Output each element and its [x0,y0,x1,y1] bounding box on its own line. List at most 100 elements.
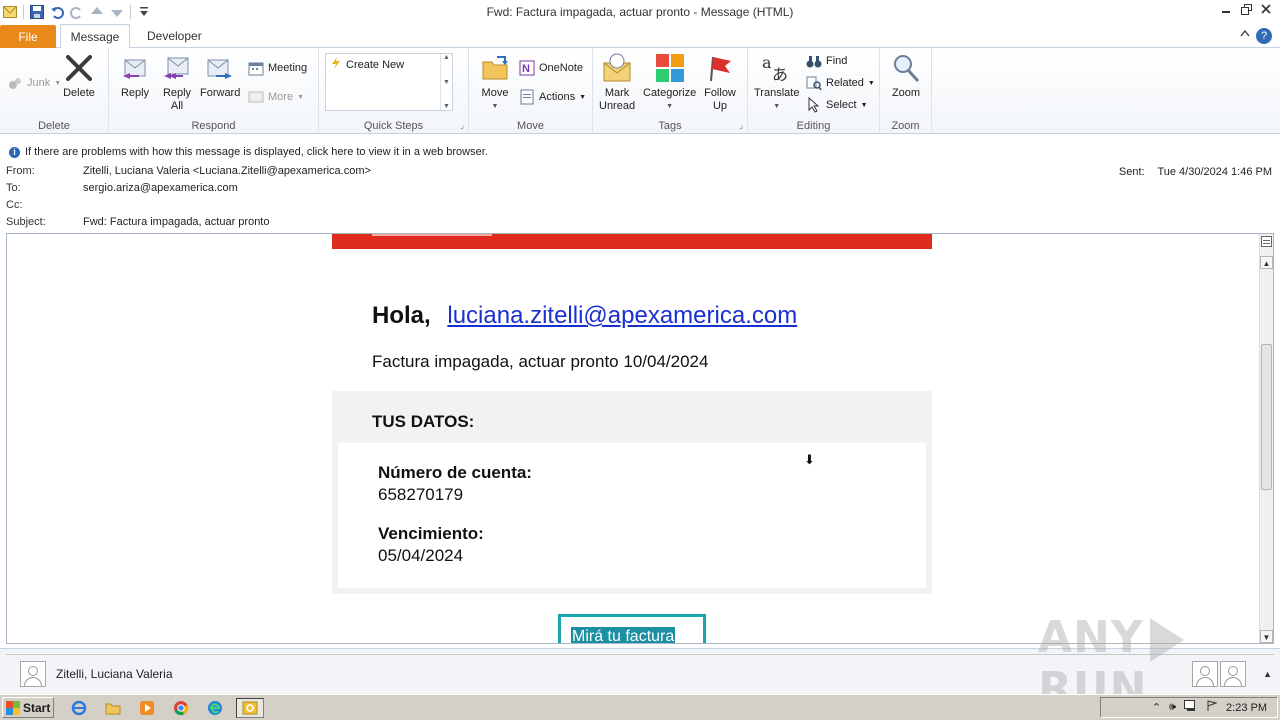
svg-text:a: a [762,53,772,72]
meeting-button[interactable]: Meeting [248,59,307,77]
action-center-flag-icon[interactable] [1206,700,1218,715]
volume-icon[interactable]: 🕪 [1169,701,1176,714]
junk-button[interactable]: Junk ▼ [7,74,61,92]
due-value: 05/04/2024 [378,546,464,565]
actions-button[interactable]: Actions ▼ [519,88,586,106]
meeting-label: Meeting [268,62,308,74]
quick-step-create-new[interactable]: Create New [326,54,452,75]
play-triangle-icon [1149,618,1184,662]
scroll-thumb[interactable] [1261,344,1272,490]
related-button[interactable]: Related ▼ [806,74,875,92]
window-title: Fwd: Factura impagada, actuar pronto - M… [486,5,794,19]
greeting-text: Hola, [372,302,431,329]
chrome-icon[interactable] [170,698,192,718]
reply-button[interactable]: Reply [119,52,151,100]
group-label-move: Move [517,120,544,132]
find-label: Find [826,55,848,67]
restore-icon[interactable] [1238,2,1254,16]
sender-avatar[interactable] [20,661,46,687]
internet-explorer-icon[interactable] [68,698,90,718]
tab-message[interactable]: Message [60,24,130,49]
sent-row: Sent: Tue 4/30/2024 1:46 PM [1119,166,1272,178]
subject-label: Subject: [6,216,46,228]
delete-button[interactable]: Delete [63,52,95,100]
categorize-button[interactable]: Categorize ▼ [643,52,696,113]
group-move: Move ▼ N OneNote Actions ▼ Move [469,48,593,134]
group-label-tags: Tags [658,120,682,132]
tray-expand-icon[interactable]: ⌃ [1152,701,1161,714]
red-banner [332,234,932,249]
svg-text:N: N [522,63,530,75]
forward-label: Forward [200,87,241,99]
system-tray: ⌃ 🕪 2:23 PM [1100,697,1278,718]
reply-all-label-1: Reply [162,87,192,99]
expand-gallery-icon[interactable]: ▼ [443,103,450,110]
zoom-button[interactable]: Zoom [890,52,922,100]
group-tags: Mark Unread Categorize ▼ Follow Up ⌟ Tag… [593,48,748,134]
banner-strip [372,234,492,236]
move-button[interactable]: Move ▼ [479,52,511,113]
select-button[interactable]: Select ▼ [806,96,868,114]
close-icon[interactable] [1258,2,1274,16]
clock[interactable]: 2:23 PM [1226,702,1267,714]
magnifier-icon [890,52,922,84]
start-button[interactable]: Start [2,697,54,718]
info-icon: i [9,147,20,158]
find-button[interactable]: Find [806,52,847,70]
file-explorer-icon[interactable] [102,698,124,718]
body-scrollbar[interactable]: ▲ ▼ [1259,234,1273,643]
minimize-ribbon-icon[interactable] [1240,29,1250,40]
meeting-icon [248,60,264,76]
message-body[interactable]: Hola, luciana.zitelli@apexamerica.com Fa… [6,233,1274,644]
forward-button[interactable]: Forward [200,52,240,100]
from-label: From: [6,165,35,177]
sent-value: Tue 4/30/2024 1:46 PM [1157,166,1272,178]
translate-icon: aあ [761,52,793,84]
chevron-down-icon: ▼ [860,101,868,109]
window-controls [1218,2,1274,16]
actions-icon [519,89,535,105]
data-panel: TUS DATOS: Número de cuenta: 658270179 V… [332,391,932,594]
mark-unread-button[interactable]: Mark Unread [599,52,635,113]
outlook-taskbar-icon[interactable] [236,698,264,718]
scroll-down-icon[interactable]: ▼ [443,79,450,86]
more-respond-button[interactable]: More ▼ [248,88,304,106]
from-value[interactable]: Zitelli, Luciana Valeria <Luciana.Zitell… [83,165,371,177]
group-label-respond: Respond [191,120,236,132]
actions-label: Actions [539,91,576,103]
follow-up-button[interactable]: Follow Up [704,52,736,113]
to-value[interactable]: sergio.ariza@apexamerica.com [83,182,238,194]
help-icon[interactable]: ? [1256,28,1272,44]
view-invoice-button[interactable]: Mirá tu factura [558,614,706,643]
related-icon [806,75,822,91]
categorize-label: Categorize [643,87,697,99]
chevron-down-icon: ▼ [297,93,304,101]
translate-label: Translate [754,87,800,99]
group-label-zoom: Zoom [891,120,920,132]
tab-file[interactable]: File [0,25,56,48]
scroll-up-icon[interactable]: ▲ [443,54,450,61]
onenote-icon: N [519,60,535,76]
sent-label: Sent: [1118,166,1145,178]
network-icon[interactable] [1184,700,1198,715]
people-pane-name[interactable]: Zitelli, Luciana Valeria [56,667,173,681]
translate-button[interactable]: aあ Translate ▼ [754,52,799,113]
onenote-button[interactable]: N OneNote [519,59,583,77]
move-folder-icon [479,52,511,84]
infobar-text: If there are problems with how this mess… [25,146,488,158]
cursor-arrow-icon [806,97,822,113]
mark-unread-icon [601,52,633,84]
cc-label: Cc: [6,199,23,211]
media-player-icon[interactable] [136,698,158,718]
quick-steps-scroll[interactable]: ▲ ▼ ▼ [440,54,452,110]
greeting-email-link[interactable]: luciana.zitelli@apexamerica.com [447,302,797,329]
scroll-up-icon[interactable]: ▲ [1260,256,1273,269]
message-infobar[interactable]: i If there are problems with how this me… [0,144,1280,162]
chevron-down-icon: ▼ [579,93,587,101]
split-view-icon[interactable] [1260,236,1273,249]
group-label-delete: Delete [38,120,70,132]
reply-all-button[interactable]: Reply All [161,52,193,113]
tab-developer[interactable]: Developer [134,24,215,48]
minimize-icon[interactable] [1218,2,1234,16]
edge-icon[interactable] [204,698,226,718]
